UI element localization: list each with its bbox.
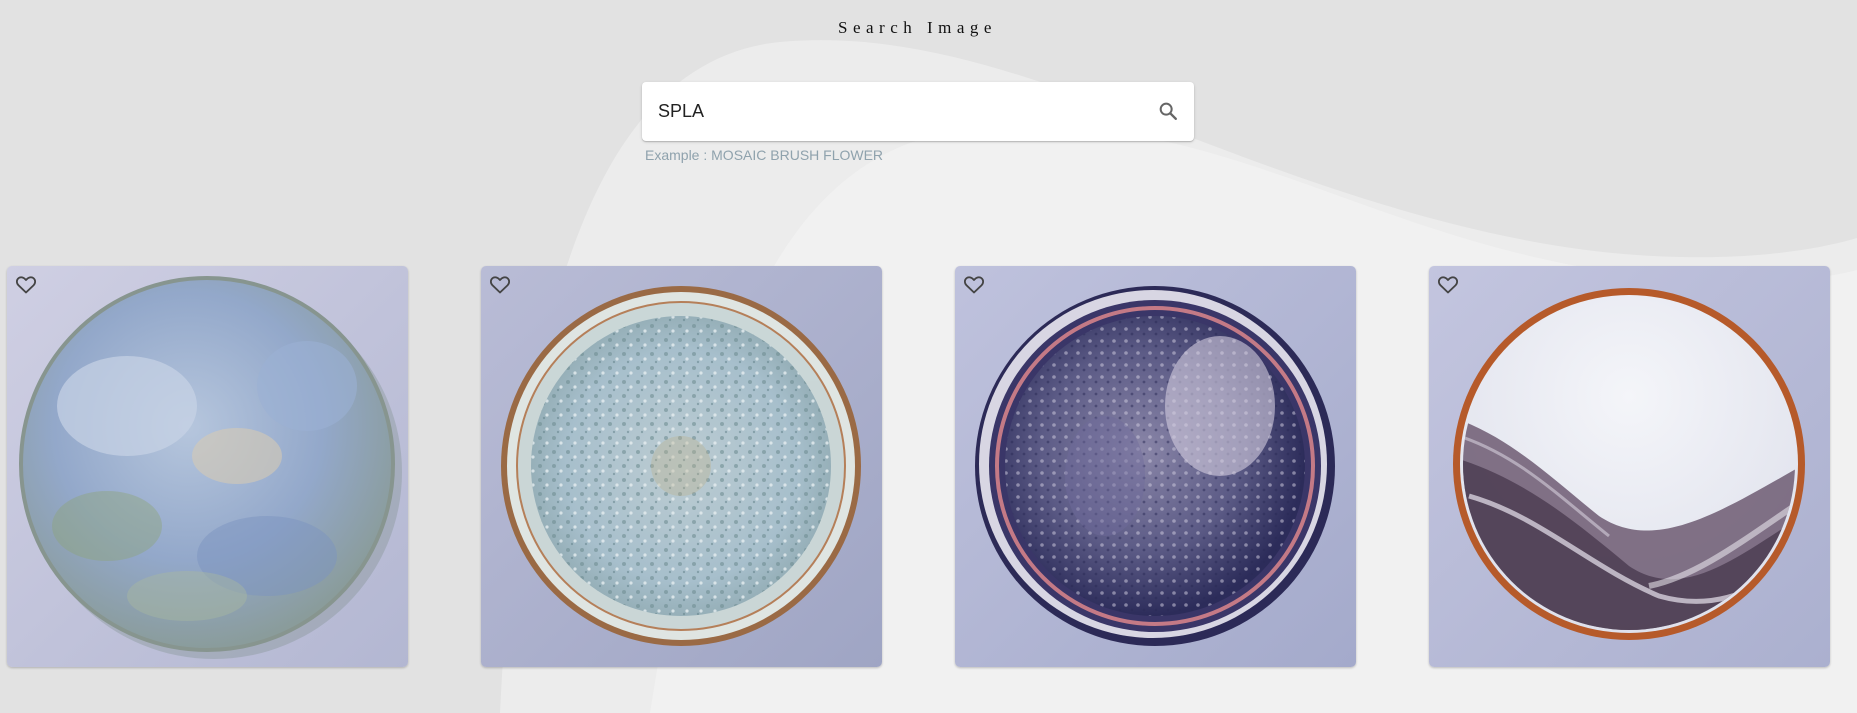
plate-image — [1429, 266, 1830, 667]
plate-image — [7, 266, 408, 667]
search-button[interactable] — [1150, 93, 1186, 129]
heart-outline-icon — [1437, 276, 1459, 294]
search-input[interactable] — [658, 82, 1128, 141]
heart-outline-icon — [15, 276, 37, 294]
image-card[interactable] — [955, 266, 1356, 667]
favorite-button[interactable] — [1436, 272, 1460, 296]
favorite-button[interactable] — [962, 272, 986, 296]
image-card[interactable] — [481, 266, 882, 667]
image-card[interactable] — [1429, 266, 1830, 667]
plate-image — [481, 266, 882, 667]
heart-outline-icon — [489, 276, 511, 294]
search-box — [642, 82, 1194, 141]
image-card[interactable] — [7, 266, 408, 667]
search-helper-text: Example : MOSAIC BRUSH FLOWER — [645, 147, 884, 163]
page-title: Search Image — [838, 18, 997, 37]
search-icon — [1159, 102, 1177, 120]
favorite-button[interactable] — [488, 272, 512, 296]
plate-image — [955, 266, 1356, 667]
favorite-button[interactable] — [14, 272, 38, 296]
heart-outline-icon — [963, 276, 985, 294]
